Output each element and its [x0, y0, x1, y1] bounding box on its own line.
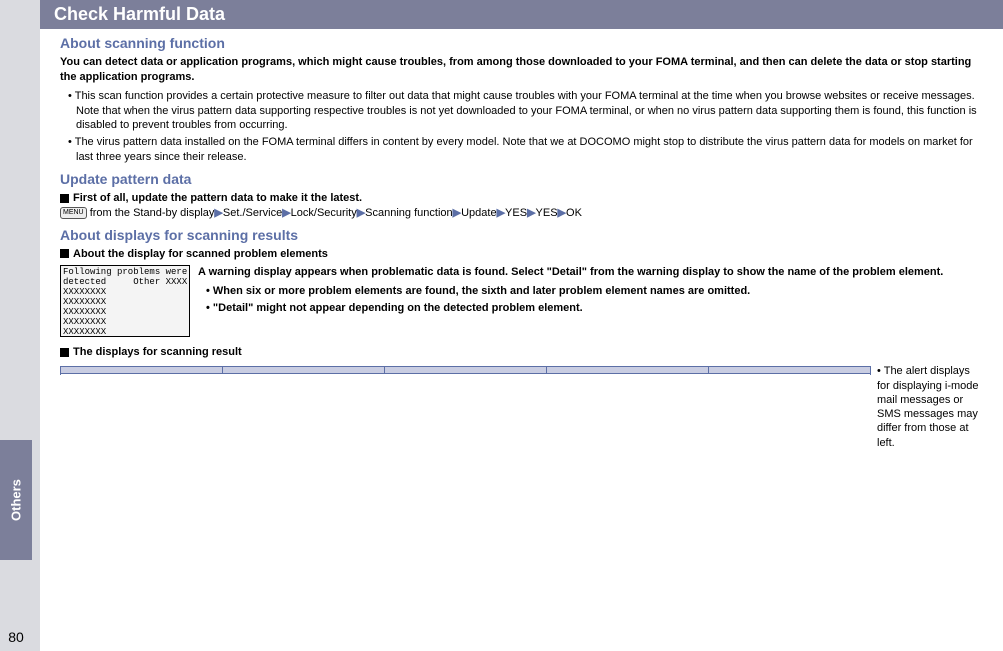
page-number: 80	[0, 629, 32, 645]
update-row: First of all, update the pattern data to…	[60, 191, 983, 221]
square-bullet-icon	[60, 249, 69, 258]
page-title: Check Harmful Data	[40, 0, 1003, 29]
crumb-4: Update	[461, 207, 496, 219]
note-right: • The alert displays for displaying i-mo…	[877, 364, 983, 450]
problem-main: A warning display appears when problemat…	[198, 265, 983, 280]
menu-icon: MENU	[60, 207, 87, 218]
alert-header-4	[709, 367, 871, 374]
update-sub: First of all, update the pattern data to…	[73, 192, 362, 204]
alert-header-3	[547, 367, 709, 374]
alert-table	[60, 366, 871, 374]
crumb-1: Set./Service	[223, 207, 282, 219]
side-tab: Others	[0, 440, 32, 560]
crumb-5: YES	[505, 207, 527, 219]
heading-scanning: About scanning function	[60, 35, 983, 51]
crumb-7: OK	[566, 207, 582, 219]
heading-displays: About displays for scanning results	[60, 227, 983, 243]
alert-header-1	[223, 367, 385, 374]
page-content: Check Harmful Data About scanning functi…	[40, 0, 1003, 651]
scanning-bullet-1: This scan function provides a certain pr…	[68, 89, 983, 134]
scanning-intro: You can detect data or application progr…	[60, 55, 983, 85]
scanning-bullets: This scan function provides a certain pr…	[60, 89, 983, 165]
crumb-0: from the Stand-by display	[90, 207, 215, 219]
crumb-2: Lock/Security	[291, 207, 357, 219]
problem-elements-box: Following problems were detected Other X…	[60, 265, 190, 337]
square-bullet-icon	[60, 194, 69, 203]
displays-sub1: About the display for scanned problem el…	[60, 247, 983, 262]
crumb-3: Scanning function	[365, 207, 452, 219]
alert-header-2	[385, 367, 547, 374]
displays-sub2: The displays for scanning result	[60, 345, 983, 360]
problem-row: Following problems were detected Other X…	[60, 265, 983, 337]
problem-text: A warning display appears when problemat…	[198, 265, 983, 337]
problem-note-1: When six or more problem elements are fo…	[206, 284, 983, 299]
square-bullet-icon	[60, 348, 69, 357]
heading-update: Update pattern data	[60, 171, 983, 187]
alert-header-0	[61, 367, 223, 374]
result-wrap: • The alert displays for displaying i-mo…	[60, 364, 983, 450]
scanning-bullet-2: The virus pattern data installed on the …	[68, 135, 983, 165]
problem-notes: When six or more problem elements are fo…	[198, 284, 983, 316]
crumb-6: YES	[536, 207, 558, 219]
problem-note-2: "Detail" might not appear depending on t…	[206, 301, 983, 316]
